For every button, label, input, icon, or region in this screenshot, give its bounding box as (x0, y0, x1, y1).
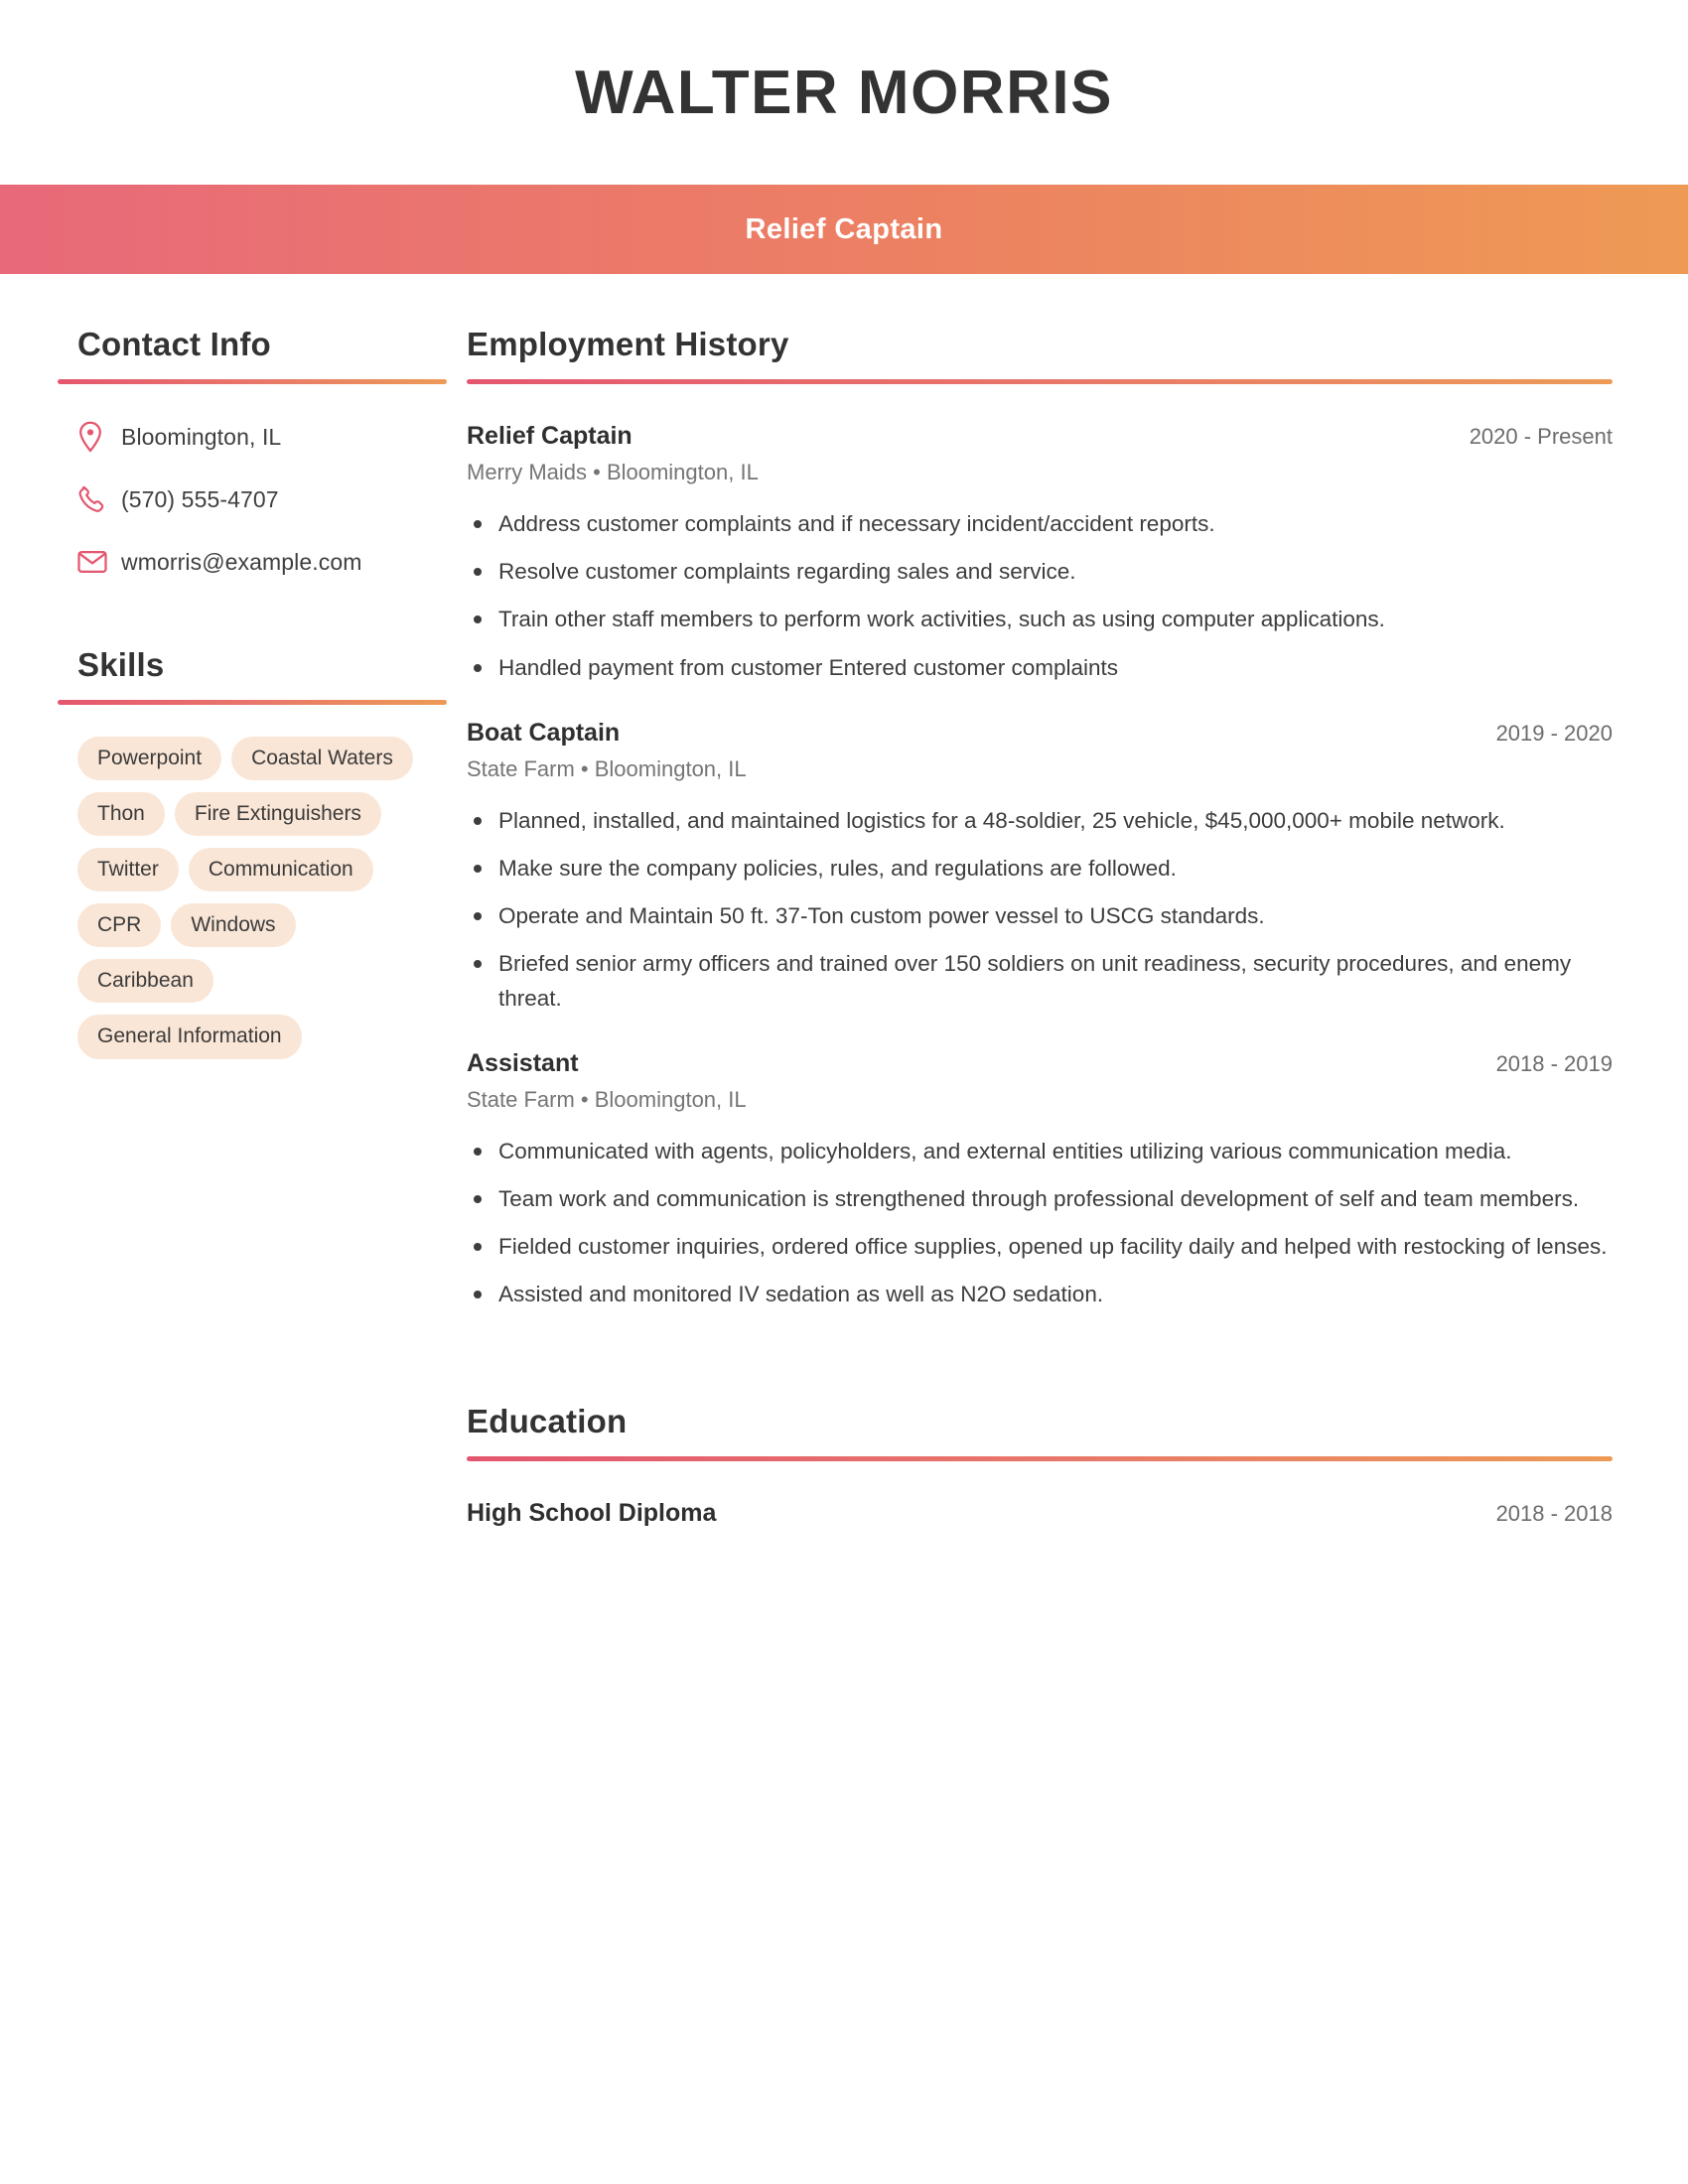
job-title: Relief Captain (467, 422, 633, 450)
contact-info-heading: Contact Info (77, 326, 271, 362)
job-company-location: State Farm • Bloomington, IL (467, 1086, 747, 1112)
job-entry: Assistant 2018 - 2019 State Farm • Bloomin… (467, 1049, 1613, 1312)
contact-phone-value: (570) 555-4707 (121, 485, 279, 512)
education-divider (467, 1456, 1613, 1462)
resume-header: WALTER MORRIS (0, 0, 1688, 185)
resume-body: Contact Info Bloomington, IL (570) 555-4… (0, 274, 1688, 1528)
phone-icon (77, 485, 121, 513)
skill-tag: Twitter (77, 848, 179, 892)
job-company-location: Merry Maids • Bloomington, IL (467, 460, 759, 484)
job-responsibility-list: Communicated with agents, policyholders,… (467, 1135, 1613, 1312)
candidate-job-title: Relief Captain (745, 212, 943, 245)
contact-item-location: Bloomington, IL (77, 418, 447, 456)
skill-tag: Powerpoint (77, 737, 222, 781)
education-section: Education High School Diploma 2018 - 2018 (467, 1403, 1613, 1528)
job-responsibility-list: Planned, installed, and maintained logis… (467, 804, 1613, 1016)
skill-tag: Windows (171, 903, 296, 948)
location-pin-icon (77, 421, 121, 453)
job-header: Boat Captain 2019 - 2020 (467, 719, 1613, 748)
skills-divider (58, 700, 447, 705)
education-degree: High School Diploma (467, 1499, 717, 1528)
job-responsibility-item: Operate and Maintain 50 ft. 37-Ton custo… (467, 899, 1613, 933)
candidate-name: WALTER MORRIS (575, 58, 1113, 127)
job-header: Assistant 2018 - 2019 (467, 1049, 1613, 1078)
education-heading: Education (467, 1403, 628, 1440)
job-dates: 2020 - Present (1469, 424, 1613, 449)
skills-heading: Skills (77, 646, 165, 683)
job-entry: Boat Captain 2019 - 2020 State Farm • Bloo… (467, 719, 1613, 1016)
main-column: Employment History Relief Captain 2020 - … (467, 326, 1688, 1528)
job-title: Boat Captain (467, 718, 621, 747)
employment-history-heading: Employment History (467, 326, 789, 362)
skill-tag: CPR (77, 903, 162, 948)
employment-history-section: Employment History Relief Captain 2020 - … (467, 326, 1613, 1311)
contact-info-list: Bloomington, IL (570) 555-4707 wmorris@e… (77, 418, 447, 581)
job-responsibility-item: Make sure the company policies, rules, a… (467, 852, 1613, 886)
contact-item-phone: (570) 555-4707 (77, 480, 447, 518)
education-dates: 2018 - 2018 (1495, 1501, 1613, 1527)
skill-tag: Fire Extinguishers (174, 792, 381, 837)
job-entry: Relief Captain 2020 - Present Merry Maids … (467, 422, 1613, 685)
skill-tag: Thon (77, 792, 165, 837)
skill-tag: General Information (77, 1015, 302, 1059)
skill-tag: Caribbean (77, 959, 213, 1004)
job-responsibility-item: Team work and communication is strengthe… (467, 1182, 1613, 1216)
job-responsibility-item: Address customer complaints and if neces… (467, 507, 1613, 541)
contact-info-section: Contact Info Bloomington, IL (570) 555-4… (58, 326, 447, 581)
job-dates: 2018 - 2019 (1495, 1050, 1613, 1076)
skill-tag: Coastal Waters (231, 737, 413, 781)
contact-location-value: Bloomington, IL (121, 423, 282, 450)
job-responsibility-item: Assisted and monitored IV sedation as we… (467, 1278, 1613, 1311)
skills-section: Skills Powerpoint Coastal Waters Thon Fire … (58, 646, 447, 1059)
contact-email-value: wmorris@example.com (121, 548, 362, 575)
education-entry: High School Diploma 2018 - 2018 (467, 1499, 1613, 1528)
job-responsibility-item: Fielded customer inquiries, ordered offi… (467, 1230, 1613, 1264)
job-responsibility-item: Briefed senior army officers and trained… (467, 947, 1613, 1015)
job-header: Relief Captain 2020 - Present (467, 422, 1613, 451)
job-dates: 2019 - 2020 (1495, 720, 1613, 746)
skill-tag: Communication (188, 848, 373, 892)
job-title-banner: Relief Captain (0, 185, 1688, 274)
job-responsibility-item: Resolve customer complaints regarding sa… (467, 555, 1613, 589)
job-responsibility-item: Planned, installed, and maintained logis… (467, 804, 1613, 838)
job-responsibility-item: Train other staff members to perform wor… (467, 603, 1613, 636)
job-responsibility-item: Communicated with agents, policyholders,… (467, 1135, 1613, 1168)
job-company-location: State Farm • Bloomington, IL (467, 755, 747, 781)
envelope-icon (77, 550, 121, 574)
job-list: Relief Captain 2020 - Present Merry Maids … (467, 422, 1613, 1311)
skills-tag-list: Powerpoint Coastal Waters Thon Fire Extingu… (77, 737, 415, 1059)
contact-item-email: wmorris@example.com (77, 543, 447, 581)
employment-history-divider (467, 379, 1613, 384)
sidebar-column: Contact Info Bloomington, IL (570) 555-4… (0, 326, 467, 1059)
job-responsibility-item: Handled payment from customer Entered cu… (467, 651, 1613, 685)
education-list: High School Diploma 2018 - 2018 (467, 1499, 1613, 1528)
job-title: Assistant (467, 1048, 579, 1077)
contact-info-divider (58, 379, 447, 384)
job-responsibility-list: Address customer complaints and if neces… (467, 507, 1613, 685)
